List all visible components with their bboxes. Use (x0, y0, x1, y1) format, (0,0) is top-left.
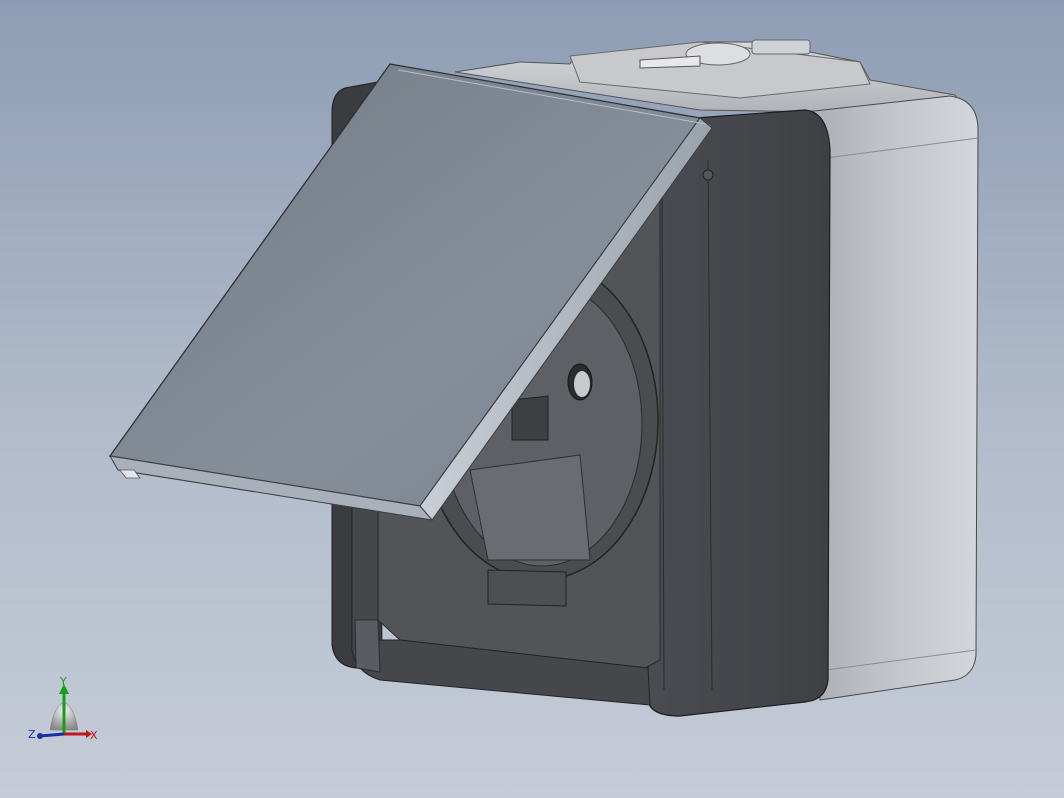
z-axis-arrow (39, 732, 65, 738)
z-axis-arrowhead (37, 733, 43, 739)
z-axis-label: Z (28, 728, 36, 741)
housing-front-frame (647, 109, 831, 717)
orientation-triad: Y X Z (28, 675, 98, 742)
x-axis-label: X (90, 729, 98, 742)
housing-side-face (804, 95, 979, 701)
y-axis-label: Y (59, 675, 67, 688)
socket-3d-model[interactable] (0, 0, 1064, 798)
graphics-viewport[interactable]: Y X Z (0, 0, 1064, 798)
